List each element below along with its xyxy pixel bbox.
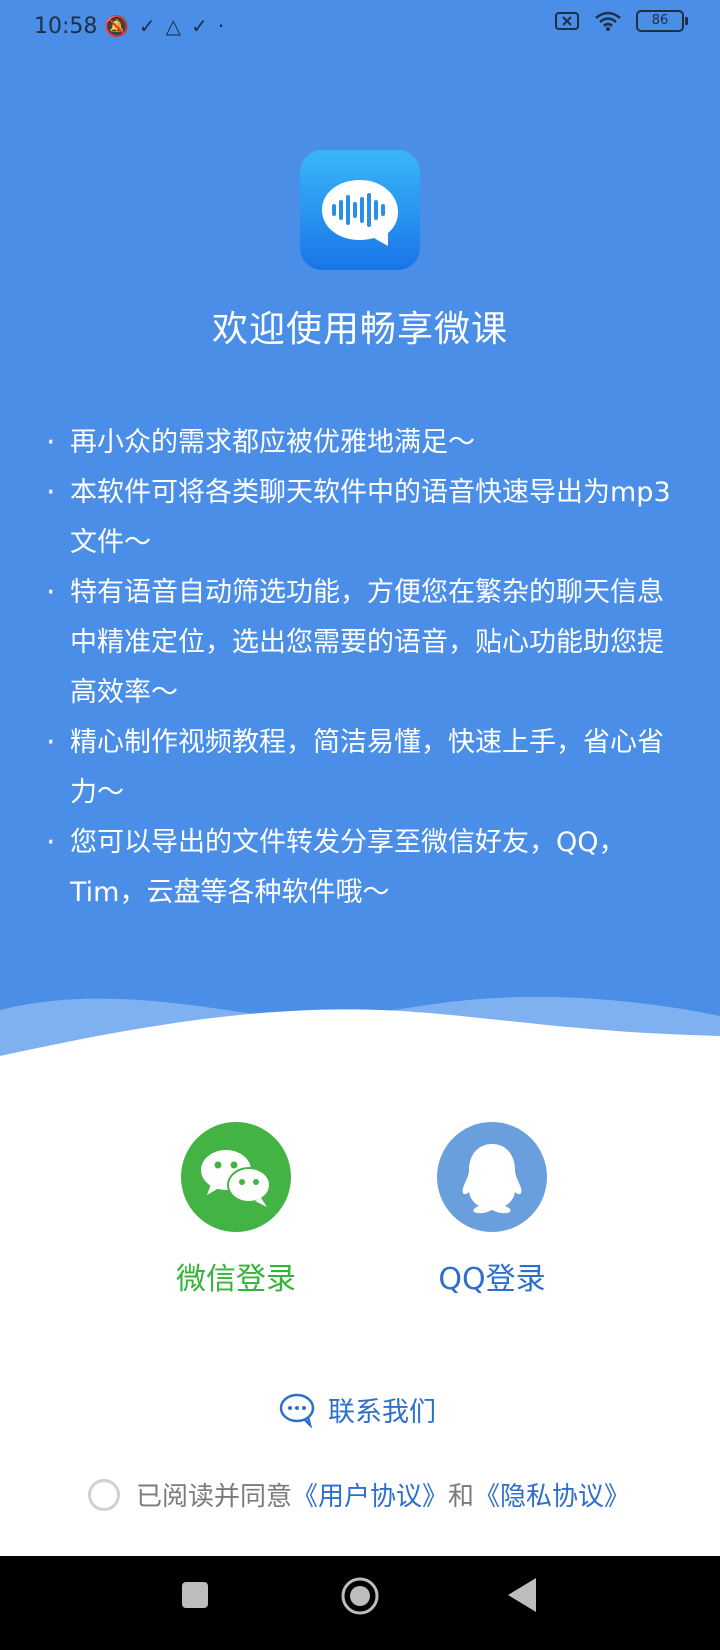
welcome-title: 欢迎使用畅享微课 xyxy=(211,309,508,350)
feature-item: 本软件可将各类聊天软件中的语音快速导出为mp3文件～ xyxy=(46,468,676,568)
navigation-bar xyxy=(0,1556,720,1650)
dot-icon: · xyxy=(217,14,225,38)
wechat-login-button[interactable]: 微信登录 xyxy=(146,1122,326,1298)
qq-login-button[interactable]: QQ登录 xyxy=(402,1122,582,1298)
back-button[interactable] xyxy=(508,1578,538,1612)
qq-login-label[interactable]: QQ登录 xyxy=(402,1254,582,1298)
wechat-icon-circle[interactable] xyxy=(181,1122,291,1232)
wifi-icon xyxy=(595,11,621,31)
recent-apps-button[interactable] xyxy=(182,1582,208,1608)
status-bar: 10:58 🔕 ✓ △ ✓ · 86 xyxy=(0,0,720,56)
qq-penguin-icon xyxy=(462,1144,522,1214)
contact-us-label[interactable]: 联系我们 xyxy=(328,1390,436,1429)
agreement-conjunction: 和 xyxy=(448,1482,475,1512)
feature-item: 特有语音自动筛选功能，方便您在繁杂的聊天信息中精准定位，选出您需要的语音，贴心功… xyxy=(46,568,676,718)
wechat-icon xyxy=(201,1150,271,1207)
contact-us-link[interactable]: 联系我们 xyxy=(278,1390,436,1429)
mute-icon: 🔕 xyxy=(104,14,129,38)
chat-bubble-icon xyxy=(279,1393,315,1428)
agreement-checkbox[interactable] xyxy=(88,1478,120,1511)
home-button[interactable] xyxy=(340,1576,380,1616)
feature-item: 精心制作视频教程，简洁易懂，快速上手，省心省力～ xyxy=(46,718,676,818)
status-notification-icons: 🔕 ✓ △ ✓ · xyxy=(104,12,224,40)
feature-item: 您可以导出的文件转发分享至微信好友，QQ，Tim，云盘等各种软件哦～ xyxy=(46,818,676,918)
wechat-login-label[interactable]: 微信登录 xyxy=(146,1254,326,1298)
sim-off-icon xyxy=(555,12,579,30)
feature-list: 再小众的需求都应被优雅地满足～ 本软件可将各类聊天软件中的语音快速导出为mp3文… xyxy=(46,418,676,918)
voice-wave-bubble-icon xyxy=(322,180,398,246)
battery-icon: 86 xyxy=(636,10,688,32)
status-system-icons: 86 xyxy=(554,10,688,32)
status-time: 10:58 xyxy=(34,14,98,39)
check-icon: ✓ xyxy=(138,14,156,38)
check-icon: ✓ xyxy=(191,14,208,38)
triangle-icon: △ xyxy=(165,14,182,38)
privacy-agreement-link[interactable]: 《隐私协议》 xyxy=(474,1476,630,1513)
app-logo xyxy=(300,150,420,270)
user-agreement-link[interactable]: 《用户协议》 xyxy=(292,1476,448,1513)
wave-divider xyxy=(0,996,720,1110)
agreement-row: 已阅读并同意 《用户协议》 和 《隐私协议》 xyxy=(88,1476,630,1513)
agreement-prefix: 已阅读并同意 xyxy=(136,1482,293,1512)
feature-item: 再小众的需求都应被优雅地满足～ xyxy=(46,418,676,468)
qq-icon-circle[interactable] xyxy=(437,1122,547,1232)
